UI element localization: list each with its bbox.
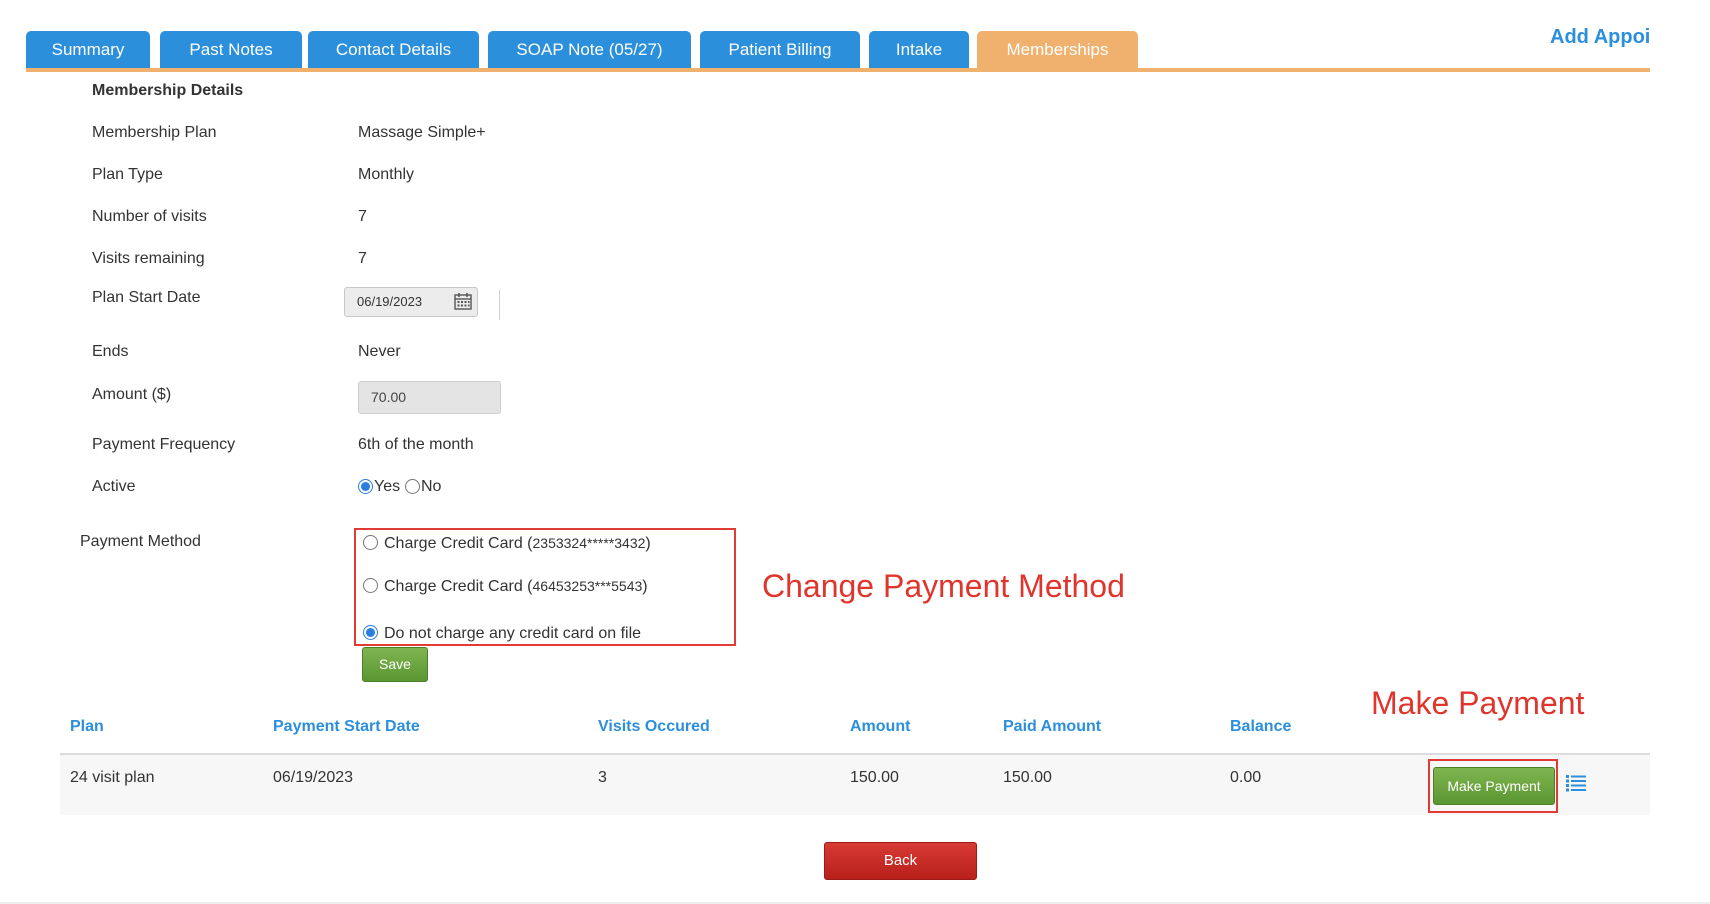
col-header-paid-amount: Paid Amount	[1003, 718, 1102, 735]
plan-start-date-label: Plan Start Date	[92, 289, 201, 306]
tab-soap-note[interactable]: SOAP Note (05/27)	[488, 31, 691, 69]
calendar-icon[interactable]	[454, 292, 472, 310]
plan-type-value: Monthly	[358, 166, 415, 183]
ends-value: Never	[358, 343, 401, 360]
tab-intake[interactable]: Intake	[869, 31, 969, 69]
cell-amount: 150.00	[850, 769, 899, 786]
tab-underline	[26, 68, 1650, 72]
cell-payment-start-date: 06/19/2023	[273, 769, 354, 786]
tab-summary[interactable]: Summary	[26, 31, 150, 69]
number-of-visits-value: 7	[358, 208, 367, 225]
tab-patient-billing[interactable]: Patient Billing	[700, 31, 860, 69]
visits-remaining-label: Visits remaining	[92, 250, 205, 267]
col-header-balance: Balance	[1230, 718, 1292, 735]
membership-plan-label: Membership Plan	[92, 124, 217, 141]
payment-option-card-1-radio[interactable]	[363, 535, 378, 550]
col-header-amount: Amount	[850, 718, 911, 735]
section-title: Membership Details	[92, 82, 244, 99]
amount-label: Amount ($)	[92, 386, 172, 403]
col-header-plan: Plan	[70, 718, 104, 735]
payment-method-label: Payment Method	[80, 533, 201, 550]
active-no-radio[interactable]	[405, 479, 420, 494]
add-appointment-link[interactable]: Add Appoi	[1550, 26, 1650, 49]
change-payment-method-annotation: Change Payment Method	[762, 568, 1125, 604]
active-label: Active	[92, 478, 136, 495]
col-header-payment-start-date: Payment Start Date	[273, 718, 420, 735]
payment-frequency-label: Payment Frequency	[92, 436, 236, 453]
cell-balance: 0.00	[1230, 769, 1262, 786]
payment-option-none-radio[interactable]	[363, 625, 378, 640]
date-divider	[499, 290, 500, 320]
amount-input[interactable]: 70.00	[358, 381, 501, 414]
make-payment-annotation: Make Payment	[1371, 685, 1585, 721]
payment-option-card-1-label: Charge Credit Card (2353324*****3432)	[384, 535, 651, 552]
save-button[interactable]: Save	[362, 647, 428, 682]
active-yes-label: Yes	[374, 478, 401, 495]
payment-option-card-2-radio[interactable]	[363, 578, 378, 593]
number-of-visits-label: Number of visits	[92, 208, 207, 225]
tab-contact-details[interactable]: Contact Details	[308, 31, 479, 69]
tab-memberships[interactable]: Memberships	[977, 31, 1138, 69]
tab-past-notes[interactable]: Past Notes	[160, 31, 302, 69]
list-icon[interactable]	[1566, 774, 1586, 792]
cell-paid-amount: 150.00	[1003, 769, 1052, 786]
ends-label: Ends	[92, 343, 129, 360]
col-header-visits-occured: Visits Occured	[598, 718, 710, 735]
plan-type-label: Plan Type	[92, 166, 163, 183]
active-yes-radio[interactable]	[358, 479, 373, 494]
payment-option-none-label: Do not charge any credit card on file	[384, 625, 642, 642]
payment-frequency-value: 6th of the month	[358, 436, 474, 453]
membership-plan-value: Massage Simple+	[358, 124, 486, 141]
payment-option-card-2-label: Charge Credit Card (46453253***5543)	[384, 578, 648, 595]
make-payment-button[interactable]: Make Payment	[1433, 767, 1555, 805]
active-no-label: No	[421, 478, 442, 495]
back-button[interactable]: Back	[824, 842, 977, 880]
visits-remaining-value: 7	[358, 250, 367, 267]
cell-visits-occured: 3	[598, 769, 607, 786]
cell-plan: 24 visit plan	[70, 769, 155, 786]
